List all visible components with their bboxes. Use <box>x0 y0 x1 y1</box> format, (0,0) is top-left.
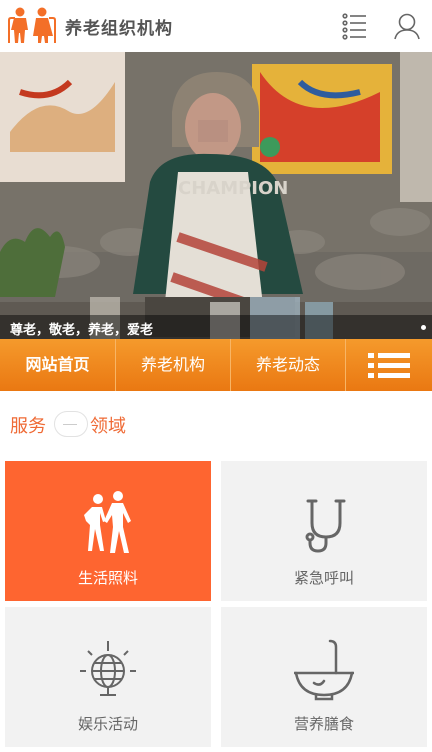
section-title-left: 服务 <box>10 416 46 437</box>
svg-text:CHAMPION: CHAMPION <box>178 178 288 199</box>
nav-news[interactable]: 养老动态 <box>231 339 346 391</box>
service-label: 娱乐活动 <box>77 715 138 733</box>
nav-institutions[interactable]: 养老机构 <box>116 339 231 391</box>
list-menu-icon <box>342 13 366 40</box>
hero-banner[interactable]: CHAMPION 尊老，敬老，养老，爱老 <box>0 52 432 339</box>
hamburger-icon <box>368 353 410 378</box>
banner-photo: CHAMPION <box>0 52 432 339</box>
nav-menu-button[interactable] <box>346 339 432 391</box>
service-daily-care[interactable]: 生活照料 <box>5 461 211 601</box>
globe-icon <box>80 641 136 696</box>
banner-caption: 尊老，敬老，养老，爱老 <box>10 323 154 338</box>
stethoscope-icon <box>305 499 346 553</box>
section-title-right: 领域 <box>90 416 126 437</box>
site-title: 养老组织机构 <box>65 19 173 39</box>
nav-home[interactable]: 网站首页 <box>0 339 116 391</box>
service-entertainment[interactable]: 娱乐活动 <box>5 607 211 747</box>
bowl-spoon-icon <box>294 639 354 701</box>
service-label: 营养膳食 <box>293 715 354 733</box>
service-label: 生活照料 <box>77 569 138 587</box>
banner-caption-bar: 尊老，敬老，养老，爱老 <box>0 315 432 339</box>
carousel-indicator[interactable] <box>421 325 426 330</box>
header: 养老组织机构 <box>0 0 432 52</box>
user-icon <box>394 13 420 40</box>
service-emergency-call[interactable]: 紧急呼叫 <box>221 461 427 601</box>
user-button[interactable] <box>392 11 422 41</box>
walking-people-icon <box>84 491 131 553</box>
service-label: 紧急呼叫 <box>293 569 354 587</box>
elderly-couple-icon[interactable] <box>6 6 58 44</box>
main-nav: 网站首页 养老机构 养老动态 <box>0 339 432 391</box>
service-nutrition[interactable]: 营养膳食 <box>221 607 427 747</box>
list-menu-button[interactable] <box>340 12 370 40</box>
section-divider-toggle <box>54 411 88 437</box>
